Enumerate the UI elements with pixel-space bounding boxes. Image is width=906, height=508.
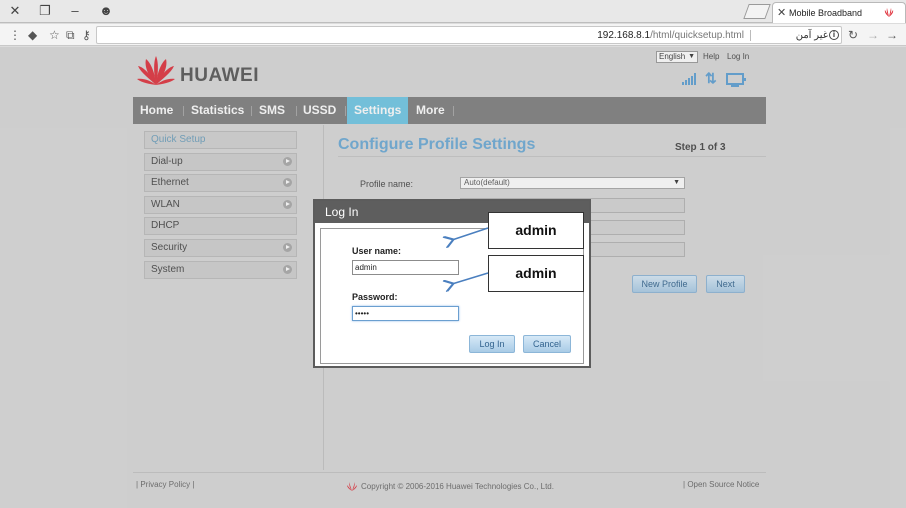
- username-input[interactable]: [352, 260, 459, 275]
- key-icon[interactable]: ⚷: [82, 27, 91, 43]
- url-bar[interactable]: 192.168.8.1/html/quicksetup.html غير آمن…: [96, 26, 842, 44]
- profile-icon[interactable]: ☻: [98, 3, 114, 19]
- extension-icon[interactable]: ◆: [28, 27, 37, 43]
- close-tab-icon[interactable]: ✕: [777, 6, 786, 19]
- address-toolbar: ⋮ ◆ ☆ ⧉ ⚷ 192.168.8.1/html/quicksetup.ht…: [0, 24, 906, 46]
- url-text: 192.168.8.1/html/quicksetup.html: [597, 30, 744, 41]
- huawei-favicon-icon: [884, 8, 894, 17]
- forward-icon[interactable]: →: [867, 27, 879, 43]
- login-button[interactable]: Log In: [469, 335, 515, 353]
- browser-tab[interactable]: ✕ Mobile Broadband: [772, 2, 906, 23]
- browser-tab-strip: ✕ ❐ – ☻ ✕ Mobile Broadband: [0, 0, 906, 23]
- url-divider: [750, 30, 751, 41]
- url-host: 192.168.8.1: [597, 30, 651, 41]
- translate-icon[interactable]: ⧉: [66, 27, 75, 43]
- url-path: /html/quicksetup.html: [650, 30, 744, 41]
- back-icon[interactable]: →: [886, 27, 898, 43]
- not-secure-label: غير آمن: [795, 30, 828, 41]
- password-callout: admin: [488, 255, 584, 292]
- tab-title: Mobile Broadband: [789, 8, 863, 18]
- menu-icon[interactable]: ⋮: [9, 27, 21, 43]
- close-window-icon[interactable]: ✕: [7, 3, 23, 19]
- bookmark-star-icon[interactable]: ☆: [49, 27, 60, 43]
- reload-icon[interactable]: ↻: [848, 27, 858, 43]
- restore-window-icon[interactable]: ❐: [37, 3, 53, 19]
- site-info-icon[interactable]: i: [829, 30, 839, 40]
- new-tab-button[interactable]: [743, 4, 771, 19]
- password-label: Password:: [352, 292, 398, 302]
- username-label: User name:: [352, 246, 402, 256]
- username-callout: admin: [488, 212, 584, 249]
- password-input[interactable]: [352, 306, 459, 321]
- cancel-button[interactable]: Cancel: [523, 335, 571, 353]
- minimize-window-icon[interactable]: –: [67, 3, 83, 19]
